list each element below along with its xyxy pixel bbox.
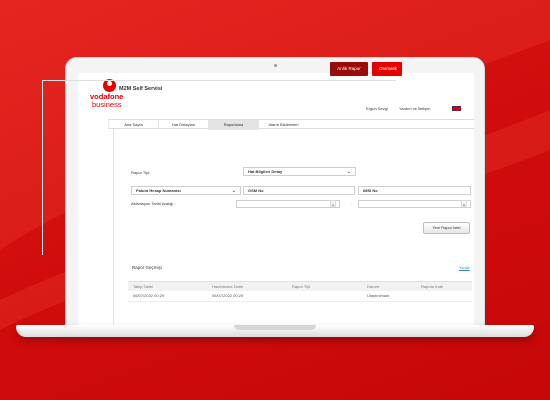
imsi-input[interactable]: IMSI No bbox=[358, 186, 471, 195]
date-start-input[interactable] bbox=[236, 200, 340, 208]
date-range-separator: - bbox=[351, 201, 353, 206]
help-link[interactable]: Yardım ve İletişim bbox=[399, 106, 431, 111]
chevron-down-icon: ⌄ bbox=[231, 188, 236, 194]
laptop-notch bbox=[234, 325, 316, 330]
report-history-title: Rapor Geçmişi bbox=[132, 265, 162, 270]
account-number-value: Fatura Hesap Numarası bbox=[136, 188, 181, 193]
report-type-select[interactable]: Hat Bilgileri Detay ⌄ bbox=[243, 167, 356, 176]
activation-date-label: Aktivasyon Tarihi Aralığı : bbox=[131, 201, 176, 206]
request-date-cell: 06/07/2022 00:29 bbox=[133, 293, 165, 298]
gsm-placeholder: GSM No bbox=[248, 188, 264, 193]
refresh-link[interactable]: Yenile bbox=[459, 265, 470, 270]
clear-start-date-icon[interactable]: x bbox=[330, 200, 336, 207]
status-cell: Ulaştırılmadı bbox=[367, 293, 390, 298]
gsm-input[interactable]: GSM No bbox=[243, 186, 355, 195]
report-type-value: Hat Bilgileri Detay bbox=[248, 169, 283, 174]
account-number-select[interactable]: Fatura Hesap Numarası ⌄ bbox=[131, 186, 241, 195]
report-type-label: Rapor Tipi: bbox=[131, 170, 151, 175]
prepared-date-cell: 06/07/2022 00:29 bbox=[212, 293, 244, 298]
clear-end-date-icon[interactable]: x bbox=[461, 200, 467, 207]
table-header: Talep Tarihi Hazırlanma Tarihi Rapor Tip… bbox=[128, 281, 472, 291]
new-report-button[interactable]: Yeni Rapor İstet bbox=[423, 222, 470, 234]
camera bbox=[274, 64, 277, 67]
chevron-down-icon: ⌄ bbox=[346, 169, 351, 175]
report-history-table: Talep Tarihi Hazırlanma Tarihi Rapor Tip… bbox=[128, 281, 472, 302]
automatic-report-button[interactable]: Otomatik bbox=[372, 62, 402, 76]
date-end-input[interactable] bbox=[358, 200, 471, 208]
table-row[interactable]: 06/07/2022 00:29 06/07/2022 00:29 Ulaştı… bbox=[128, 291, 472, 302]
instant-report-button[interactable]: Anlık Rapor bbox=[330, 62, 368, 76]
uk-flag-icon[interactable] bbox=[452, 106, 461, 111]
imsi-placeholder: IMSI No bbox=[363, 188, 378, 193]
